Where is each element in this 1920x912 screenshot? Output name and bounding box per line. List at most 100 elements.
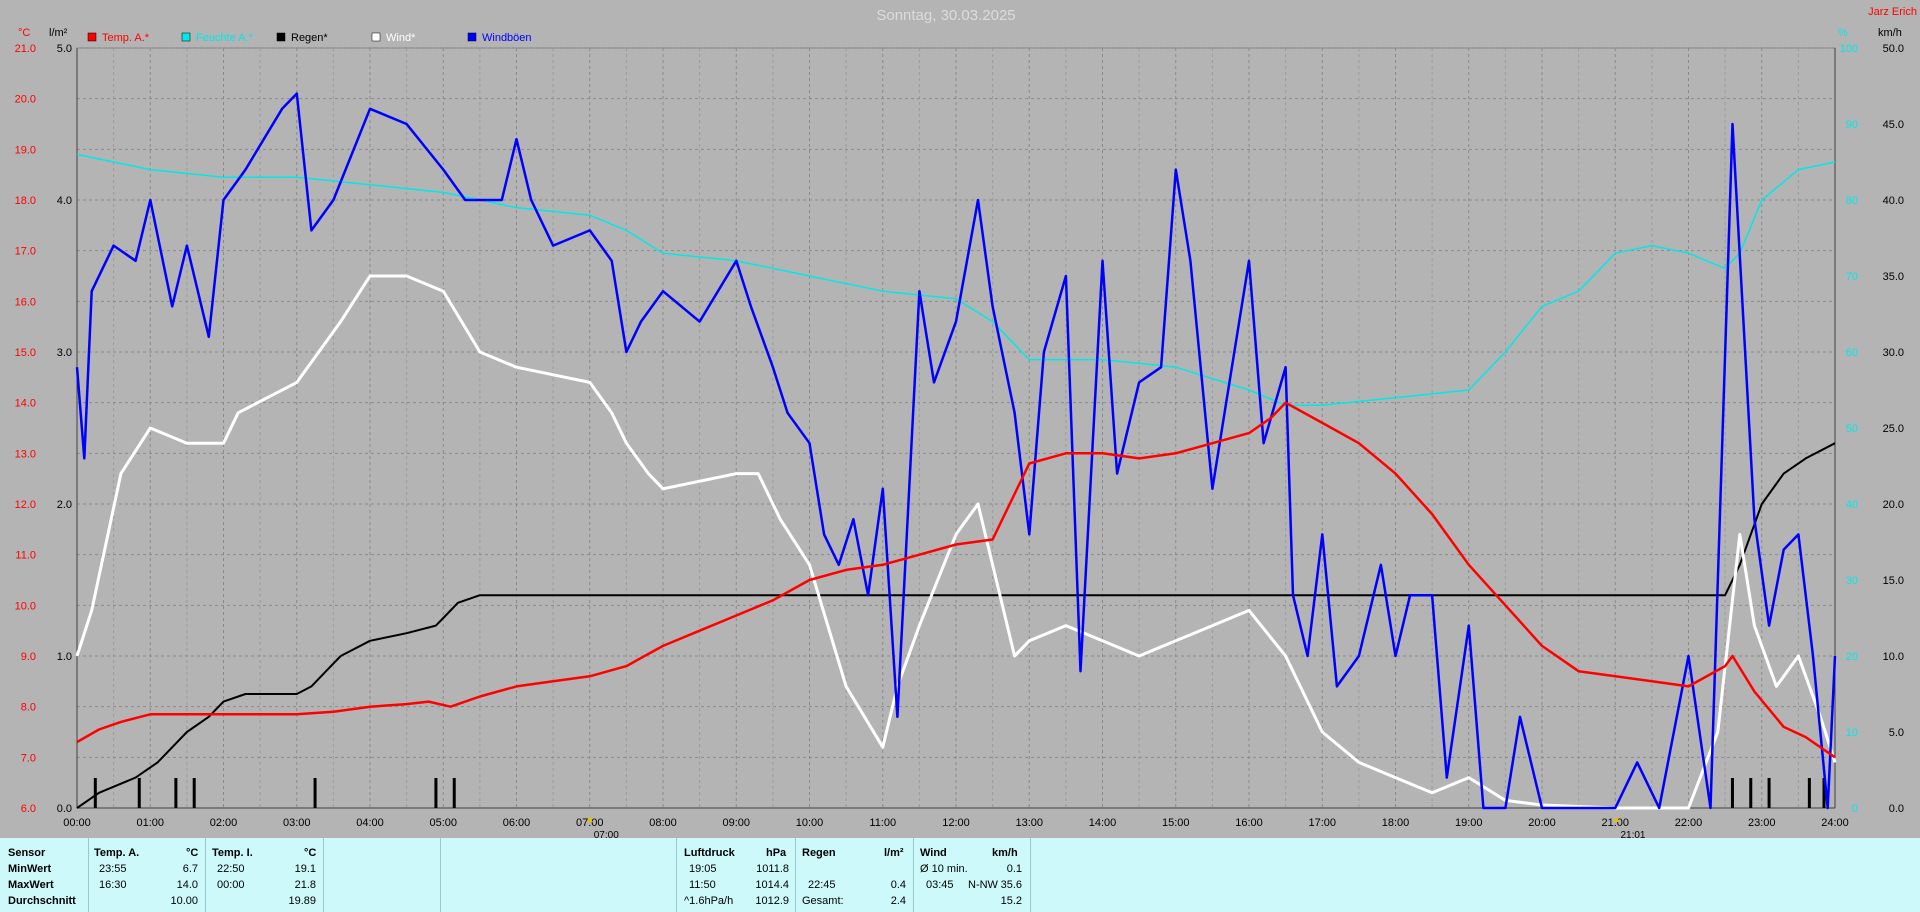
wind-tick-label: 15.0 (1883, 575, 1904, 587)
wind-unit: km/h (992, 847, 1018, 859)
x-tick-label: 22:00 (1675, 817, 1703, 829)
rain-tick-label: 0.0 (57, 803, 72, 815)
wind-title: Wind (920, 847, 947, 859)
x-tick-label: 05:00 (429, 817, 457, 829)
temp-tick-label: 12.0 (15, 499, 36, 511)
wind-tick-label: 30.0 (1883, 347, 1904, 359)
temp-a-max-time: 16:30 (99, 879, 127, 891)
humidity-tick-label: 60 (1846, 347, 1858, 359)
summary-max-label: MaxWert (8, 879, 54, 891)
summary-min-label: MinWert (8, 863, 52, 875)
wind-tick-label: 5.0 (1889, 727, 1904, 739)
wind-tick-label: 25.0 (1883, 423, 1904, 435)
temp-tick-label: 11.0 (15, 550, 36, 562)
pressure-unit: hPa (766, 847, 787, 859)
temp-tick-label: 7.0 (21, 752, 36, 764)
temp-a-max-value: 14.0 (176, 879, 198, 891)
pressure-min-value: 1011.8 (756, 863, 789, 875)
rain-tick-label: 5.0 (57, 43, 72, 55)
x-tick-label: 24:00 (1821, 817, 1849, 829)
rain-total-label: Gesamt: (802, 895, 844, 907)
rain-tick-label: 1.0 (57, 651, 72, 663)
humidity-tick-label: 70 (1846, 271, 1858, 283)
wind-mean-value: 15.2 (1000, 895, 1022, 907)
temp-a-unit: °C (186, 847, 199, 859)
rain-tick-label: 3.0 (57, 347, 72, 359)
x-tick-label: 15:00 (1162, 817, 1190, 829)
chart-grid (76, 47, 1836, 809)
x-tick-label: 19:00 (1455, 817, 1483, 829)
rain-total-value: 2.4 (890, 895, 906, 907)
x-tick-label: 23:00 (1748, 817, 1776, 829)
humidity-tick-label: 0 (1852, 803, 1858, 815)
humidity-tick-label: 80 (1846, 195, 1858, 207)
rain-unit: l/m² (884, 847, 904, 859)
humidity-tick-label: 20 (1846, 651, 1858, 663)
rain-max-value: 0.4 (890, 879, 906, 891)
legend-label: Feuchte A.* (196, 32, 254, 44)
axis-ticks: 21.0 20.0 19.0 18.0 17.0 16.0 15.0 14.0 13.0 12.0… (15, 43, 1904, 829)
x-tick-label: 00:00 (63, 817, 91, 829)
wind-tick-label: 0.0 (1889, 803, 1904, 815)
legend-label: Regen* (291, 32, 328, 44)
legend-label: Temp. A.* (102, 32, 150, 44)
temp-tick-label: 18.0 (15, 195, 36, 207)
wind-avg-label: Ø 10 min. (920, 863, 968, 875)
rain-tick-label: 2.0 (57, 499, 72, 511)
x-tick-label: 20:00 (1528, 817, 1556, 829)
summary-avg-label: Durchschnitt (8, 895, 76, 907)
x-tick-label: 11:00 (869, 817, 896, 829)
summary-sensor-label: Sensor (8, 847, 46, 859)
temp-i-min-value: 19.1 (294, 863, 316, 875)
wind-max-time: 03:45 (926, 879, 954, 891)
chart-title: Sonntag, 30.03.2025 (876, 7, 1015, 24)
temp-i-avg-value: 19.89 (288, 895, 316, 907)
legend-swatch (276, 32, 286, 42)
temp-tick-label: 19.0 (15, 144, 36, 156)
x-tick-label: 01:00 (136, 817, 164, 829)
pressure-min-time: 19:05 (689, 863, 717, 875)
x-tick-label: 16:00 (1235, 817, 1263, 829)
legend-swatch (181, 32, 191, 42)
summary-panel: Sensor MinWert MaxWert Durchschnitt Temp… (0, 838, 1920, 912)
temp-tick-label: 13.0 (15, 448, 36, 460)
x-tick-label: 13:00 (1015, 817, 1043, 829)
x-tick-label: 18:00 (1382, 817, 1410, 829)
sunrise-label: 07:00 (594, 830, 619, 838)
wind-max-value: 35.6 (1000, 879, 1022, 891)
pressure-title: Luftdruck (684, 847, 735, 859)
pressure-trend-value: 1012.9 (755, 895, 789, 907)
humidity-tick-label: 10 (1846, 727, 1858, 739)
wind-unit-label: km/h (1878, 27, 1902, 39)
temp-tick-label: 21.0 (15, 43, 36, 55)
legend-swatch (467, 32, 477, 42)
humidity-unit-label: % (1838, 27, 1848, 39)
weather-chart: Sonntag, 30.03.2025 Jarz Erich °C l/m² %… (15, 6, 1917, 838)
rain-title: Regen (802, 847, 836, 859)
temp-a-min-time: 23:55 (99, 863, 127, 875)
wind-tick-label: 20.0 (1883, 499, 1904, 511)
humidity-tick-label: 30 (1846, 575, 1858, 587)
wind-tick-label: 40.0 (1883, 195, 1904, 207)
temp-tick-label: 17.0 (15, 246, 36, 258)
x-tick-label: 03:00 (283, 817, 311, 829)
humidity-tick-label: 40 (1846, 499, 1858, 511)
temp-tick-label: 10.0 (15, 600, 36, 612)
temp-tick-label: 15.0 (15, 347, 36, 359)
legend-label: Windböen (482, 32, 532, 44)
temp-tick-label: 14.0 (15, 398, 36, 410)
temp-i-min-time: 22:50 (217, 863, 245, 875)
temp-a-avg-value: 10.00 (170, 895, 198, 907)
rain-tick-label: 4.0 (57, 195, 72, 207)
pressure-trend: ^1.6hPa/h (684, 895, 734, 907)
x-tick-label: 10:00 (796, 817, 824, 829)
humidity-tick-label: 100 (1840, 43, 1858, 55)
temp-i-max-time: 00:00 (217, 879, 245, 891)
temp-tick-label: 6.0 (21, 803, 36, 815)
temp-tick-label: 9.0 (21, 651, 36, 663)
x-tick-label: 14:00 (1089, 817, 1117, 829)
temp-tick-label: 16.0 (15, 296, 36, 308)
pressure-max-time: 11:50 (689, 879, 716, 891)
rain-unit-label: l/m² (49, 27, 68, 39)
wind-tick-label: 45.0 (1883, 119, 1904, 131)
